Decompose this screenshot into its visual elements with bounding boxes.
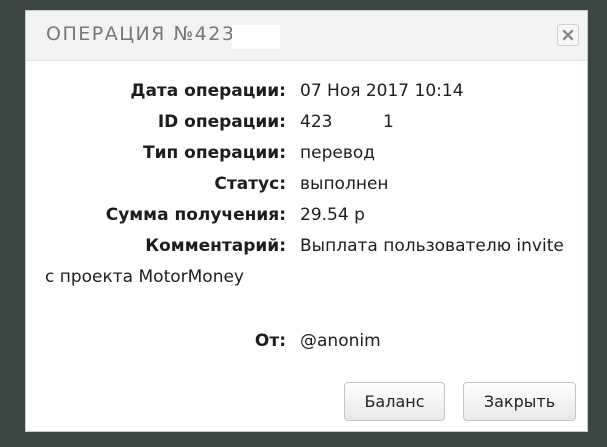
detail-label: Дата операции: [130,81,286,101]
balance-button[interactable]: Баланс [344,382,445,421]
detail-label: Комментарий: [145,236,286,256]
dialog-title: ОПЕРАЦИЯ №4231 [46,23,250,45]
detail-label: Статус: [214,174,286,194]
detail-value: Выплата пользователю invite [300,236,564,256]
detail-value-tail: 1 [383,112,394,132]
detail-label: Сумма получения: [105,205,286,225]
close-x-button[interactable] [557,24,579,46]
detail-label: От: [254,331,286,351]
detail-value: 07 Ноя 2017 10:14 [300,81,464,101]
detail-label: ID операции: [157,112,286,132]
redaction-mask [335,112,381,134]
detail-row-type: Тип операции: перевод [26,143,587,167]
detail-label: Тип операции: [143,143,286,163]
detail-row-amount: Сумма получения: 29.54 р [26,205,587,229]
detail-row-comment: Комментарий: Выплата пользователю invite [26,236,587,260]
operation-dialog: ОПЕРАЦИЯ №4231 Дата операции: 07 Ноя 201… [25,10,588,432]
detail-value: 29.54 р [300,205,365,225]
comment-continuation: с проекта MotorMoney [45,267,244,287]
close-button[interactable]: Закрыть [463,382,576,421]
close-icon [562,29,574,41]
detail-value: выполнен [300,174,389,194]
detail-value: @anonim [300,331,381,351]
detail-value: 423 [300,112,333,132]
dialog-header: ОПЕРАЦИЯ №4231 [26,11,587,61]
detail-row-date: Дата операции: 07 Ноя 2017 10:14 [26,81,587,105]
redaction-mask [232,25,280,49]
detail-value: перевод [300,143,375,163]
detail-row-id: ID операции: 423 1 [26,112,587,136]
detail-row-status: Статус: выполнен [26,174,587,198]
detail-row-from: От: @anonim [26,331,587,355]
